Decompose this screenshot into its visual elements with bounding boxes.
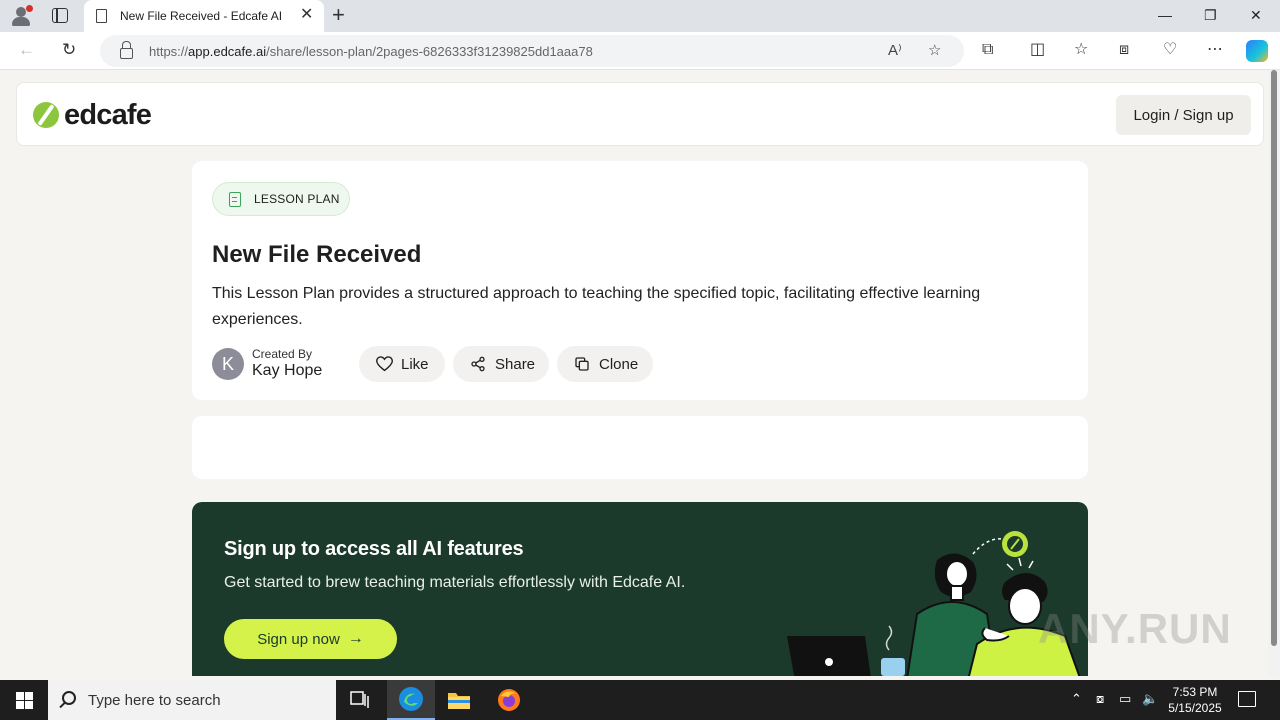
browser-tab-active[interactable]: New File Received - Edcafe AI ✕ bbox=[84, 0, 324, 32]
teachers-illustration bbox=[787, 531, 1081, 676]
window-close-icon[interactable]: ✕ bbox=[1250, 6, 1262, 24]
favorites-icon[interactable]: ☆ bbox=[1074, 39, 1088, 61]
page-scrollbar[interactable] bbox=[1268, 70, 1280, 676]
notification-icon[interactable] bbox=[1238, 691, 1256, 707]
profile-icon[interactable] bbox=[10, 5, 33, 27]
promo-title: Sign up to access all AI features bbox=[224, 538, 524, 560]
lesson-title: New File Received bbox=[212, 241, 422, 268]
taskbar-search-placeholder: Type here to search bbox=[88, 692, 221, 709]
clock-time: 7:53 PM bbox=[1172, 685, 1218, 699]
arrow-right-icon: → bbox=[347, 630, 364, 647]
login-signup-button[interactable]: Login / Sign up bbox=[1116, 95, 1251, 135]
taskbar-search-box[interactable]: Type here to search bbox=[48, 680, 336, 720]
clone-button[interactable]: Clone bbox=[557, 346, 653, 382]
new-tab-button[interactable]: + bbox=[332, 3, 345, 27]
tab-title: New File Received - Edcafe AI bbox=[120, 9, 283, 23]
tab-actions-icon[interactable] bbox=[52, 8, 68, 23]
lesson-content-card bbox=[192, 416, 1088, 479]
page-icon bbox=[96, 9, 107, 23]
document-icon bbox=[229, 191, 241, 207]
copy-icon bbox=[573, 355, 591, 373]
copilot-icon[interactable] bbox=[1246, 40, 1268, 62]
heart-icon bbox=[375, 355, 393, 373]
split-screen-icon[interactable]: ◫ bbox=[1030, 39, 1045, 61]
network-status-icon[interactable]: ⧇ bbox=[1096, 691, 1104, 707]
lock-icon[interactable] bbox=[120, 41, 133, 59]
url-text[interactable]: https://app.edcafe.ai/share/lesson-plan/… bbox=[149, 44, 593, 59]
network-icon[interactable]: ▭ bbox=[1119, 691, 1131, 707]
collections-icon[interactable]: ⧈ bbox=[1119, 39, 1129, 61]
author-name: Kay Hope bbox=[252, 362, 323, 379]
watermark-text: ANY.RUN bbox=[1038, 605, 1232, 652]
more-menu-icon[interactable]: ⋯ bbox=[1207, 39, 1223, 61]
edge-taskbar-icon[interactable] bbox=[387, 680, 435, 720]
scrollbar-thumb[interactable] bbox=[1271, 70, 1277, 646]
signup-label: Sign up now bbox=[257, 630, 340, 648]
promo-subtitle: Get started to brew teaching materials e… bbox=[224, 574, 686, 591]
back-icon[interactable]: ← bbox=[18, 40, 35, 60]
clock-date: 5/15/2025 bbox=[1168, 701, 1222, 715]
like-button[interactable]: Like bbox=[359, 346, 445, 382]
signup-promo-banner: Sign up to access all AI features Get st… bbox=[192, 502, 1088, 676]
taskbar-clock[interactable]: 7:53 PM 5/15/2025 bbox=[1160, 684, 1230, 716]
author-avatar: K bbox=[212, 348, 244, 380]
lesson-plan-badge: LESSON PLAN bbox=[212, 182, 350, 216]
volume-icon[interactable]: 🔈 bbox=[1142, 691, 1158, 707]
lesson-description: This Lesson Plan provides a structured a… bbox=[212, 285, 981, 328]
share-icon bbox=[469, 355, 487, 373]
read-aloud-icon[interactable]: A⁾ bbox=[888, 41, 902, 61]
search-icon bbox=[62, 691, 76, 705]
firefox-icon[interactable] bbox=[485, 680, 533, 720]
clone-label: Clone bbox=[599, 355, 639, 373]
share-button[interactable]: Share bbox=[453, 346, 549, 382]
site-header: edcafe Login / Sign up bbox=[16, 82, 1264, 146]
extensions-icon[interactable]: ⧉ bbox=[982, 39, 993, 61]
browser-tab-bar: New File Received - Edcafe AI ✕ + — ❐ ✕ bbox=[0, 0, 1280, 32]
coffee-bean-icon bbox=[33, 100, 59, 130]
task-view-icon[interactable] bbox=[336, 680, 384, 720]
like-label: Like bbox=[401, 355, 429, 373]
logo-text: edcafe bbox=[64, 98, 152, 131]
signup-now-button[interactable]: Sign up now → bbox=[224, 619, 397, 659]
windows-start-icon[interactable] bbox=[16, 692, 33, 709]
lesson-card: LESSON PLAN New File Received This Lesso… bbox=[192, 161, 1088, 400]
restore-icon[interactable]: ❐ bbox=[1204, 6, 1217, 24]
browser-essentials-icon[interactable]: ♡ bbox=[1163, 39, 1177, 61]
badge-label: LESSON PLAN bbox=[254, 192, 340, 206]
created-by-label: Created By bbox=[252, 347, 313, 361]
minimize-icon[interactable]: — bbox=[1158, 6, 1172, 24]
browser-toolbar: ← ↻ https://app.edcafe.ai/share/lesson-p… bbox=[0, 32, 1280, 70]
show-hidden-icons-chevron[interactable]: ⌃ bbox=[1071, 691, 1082, 707]
edcafe-logo[interactable]: edcafe bbox=[33, 98, 152, 131]
address-bar[interactable]: https://app.edcafe.ai/share/lesson-plan/… bbox=[100, 35, 964, 67]
page-viewport: edcafe Login / Sign up LESSON PLAN New F… bbox=[4, 70, 1268, 676]
refresh-icon[interactable]: ↻ bbox=[62, 40, 76, 60]
favorite-star-icon[interactable]: ☆ bbox=[928, 41, 941, 61]
windows-taskbar: Type here to search ⌃ ⧇ ▭ 🔈 7:53 PM 5/15… bbox=[0, 680, 1280, 720]
share-label: Share bbox=[495, 355, 536, 373]
close-tab-icon[interactable]: ✕ bbox=[300, 6, 313, 24]
file-explorer-icon[interactable] bbox=[435, 680, 483, 720]
